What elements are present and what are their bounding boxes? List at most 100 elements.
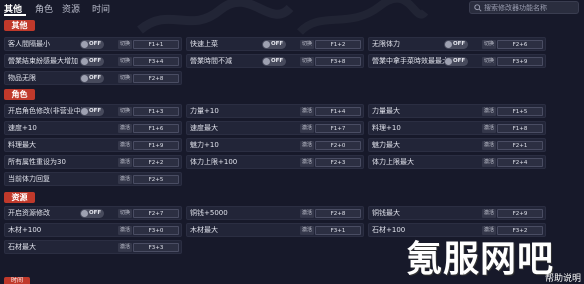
toggle-knob	[263, 41, 270, 48]
search-box[interactable]	[469, 1, 579, 14]
activate-button[interactable]: 激活	[300, 158, 314, 167]
cheat-label: 營業中拿手菜時效最最大	[372, 57, 449, 65]
toggle-switch[interactable]: OFF	[262, 57, 286, 66]
hotkey-field[interactable]: F1+1	[133, 40, 179, 49]
hotkey-field[interactable]: F1+6	[133, 124, 179, 133]
activate-button[interactable]: 激活	[482, 107, 496, 116]
cheat-label: 体力上限+100	[190, 158, 238, 166]
hotkey-field[interactable]: F2+9	[497, 209, 543, 218]
tab-role[interactable]: 角色	[35, 2, 53, 15]
toggle-state: OFF	[89, 75, 102, 81]
toggle-state: OFF	[89, 41, 102, 47]
activate-button[interactable]: 激活	[300, 141, 314, 150]
hotkey-field[interactable]: F1+5	[497, 107, 543, 116]
cheat-row: 力量+10 激活 F1+4	[186, 104, 364, 118]
watermark: 氪服网吧 帮助说明	[398, 230, 584, 284]
hotkey-field[interactable]: F1+3	[133, 107, 179, 116]
toggle-switch[interactable]: OFF	[262, 40, 286, 49]
cheat-row: 魅力+10 激活 F2+0	[186, 138, 364, 152]
toggle-knob	[81, 75, 88, 82]
hotkey-field[interactable]: F3+8	[315, 57, 361, 66]
hotkey-field[interactable]: F2+3	[315, 158, 361, 167]
hotkey-field[interactable]: F3+3	[133, 243, 179, 252]
switch-button[interactable]: 切换	[118, 40, 132, 49]
activate-button[interactable]: 激活	[300, 226, 314, 235]
toggle-switch[interactable]: OFF	[444, 40, 468, 49]
hotkey-field[interactable]: F1+2	[315, 40, 361, 49]
cheat-row: 營業中拿手菜時效最最大 OFF 切换 F3+9	[368, 54, 546, 68]
cheat-label: 速度最大	[190, 124, 218, 132]
hotkey-field[interactable]: F3+4	[133, 57, 179, 66]
cheat-label: 当前体力回复	[8, 175, 50, 183]
activate-button[interactable]: 激活	[482, 158, 496, 167]
hotkey-field[interactable]: F1+8	[497, 124, 543, 133]
cheat-label: 力量最大	[372, 107, 400, 115]
tab-resource[interactable]: 资源	[62, 2, 80, 15]
toggle-state: OFF	[453, 41, 466, 47]
hotkey-field[interactable]: F2+5	[133, 175, 179, 184]
activate-button[interactable]: 激活	[482, 141, 496, 150]
toggle-switch[interactable]: OFF	[80, 209, 104, 218]
cheat-row: 速度+10 激活 F1+6	[4, 121, 182, 135]
cheat-label: 铜钱最大	[372, 209, 400, 217]
cheat-row: 料理+10 激活 F1+8	[368, 121, 546, 135]
toggle-state: OFF	[89, 108, 102, 114]
hotkey-field[interactable]: F1+9	[133, 141, 179, 150]
switch-button[interactable]: 切换	[300, 40, 314, 49]
activate-button[interactable]: 激活	[300, 124, 314, 133]
switch-button[interactable]: 切换	[300, 57, 314, 66]
hotkey-field[interactable]: F2+6	[497, 40, 543, 49]
hotkey-field[interactable]: F2+8	[133, 74, 179, 83]
switch-button[interactable]: 切换	[482, 40, 496, 49]
cheat-row: 速度最大 激活 F1+7	[186, 121, 364, 135]
activate-button[interactable]: 激活	[118, 226, 132, 235]
toggle-knob	[263, 58, 270, 65]
switch-button[interactable]: 切换	[118, 209, 132, 218]
hotkey-field[interactable]: F3+0	[133, 226, 179, 235]
activate-button[interactable]: 激活	[118, 141, 132, 150]
toggle-knob	[81, 41, 88, 48]
tab-time[interactable]: 时间	[92, 2, 110, 15]
hotkey-field[interactable]: F3+1	[315, 226, 361, 235]
activate-button[interactable]: 激活	[482, 209, 496, 218]
hotkey-field[interactable]: F2+8	[315, 209, 361, 218]
hotkey-field[interactable]: F2+7	[133, 209, 179, 218]
toggle-switch[interactable]: OFF	[80, 107, 104, 116]
cheat-label: 物品无限	[8, 74, 36, 82]
activate-button[interactable]: 激活	[482, 124, 496, 133]
toggle-knob	[81, 210, 88, 217]
switch-button[interactable]: 切换	[118, 57, 132, 66]
hotkey-field[interactable]: F2+2	[133, 158, 179, 167]
activate-button[interactable]: 激活	[118, 158, 132, 167]
activate-button[interactable]: 激活	[118, 124, 132, 133]
hotkey-field[interactable]: F3+9	[497, 57, 543, 66]
activate-button[interactable]: 激活	[300, 209, 314, 218]
hotkey-field[interactable]: F1+4	[315, 107, 361, 116]
hotkey-field[interactable]: F2+0	[315, 141, 361, 150]
activate-button[interactable]: 激活	[300, 107, 314, 116]
cheat-row: 开启角色修改(非营业中) OFF 切换 F1+3	[4, 104, 182, 118]
hotkey-field[interactable]: F2+1	[497, 141, 543, 150]
cheat-row: 所有属性重设为30 激活 F2+2	[4, 155, 182, 169]
activate-button[interactable]: 激活	[118, 243, 132, 252]
switch-button[interactable]: 切换	[118, 107, 132, 116]
switch-button[interactable]: 切换	[118, 74, 132, 83]
hotkey-field[interactable]: F1+7	[315, 124, 361, 133]
toggle-knob	[81, 58, 88, 65]
toggle-switch[interactable]: OFF	[80, 74, 104, 83]
hotkey-field[interactable]: F2+4	[497, 158, 543, 167]
toggle-state: OFF	[271, 41, 284, 47]
cheat-label: 体力上限最大	[372, 158, 414, 166]
toggle-switch[interactable]: OFF	[80, 40, 104, 49]
activate-button[interactable]: 激活	[118, 175, 132, 184]
cheat-row: 铜钱+5000 激活 F2+8	[186, 206, 364, 220]
toggle-switch[interactable]: OFF	[444, 57, 468, 66]
toggle-knob	[445, 41, 452, 48]
switch-button[interactable]: 切换	[482, 57, 496, 66]
cheat-label: 石材最大	[8, 243, 36, 251]
help-link[interactable]: 帮助说明	[545, 271, 581, 284]
toggle-switch[interactable]: OFF	[80, 57, 104, 66]
search-input[interactable]	[484, 2, 578, 13]
cheat-row: 料理最大 激活 F1+9	[4, 138, 182, 152]
cheat-row: 木材+100 激活 F3+0	[4, 223, 182, 237]
